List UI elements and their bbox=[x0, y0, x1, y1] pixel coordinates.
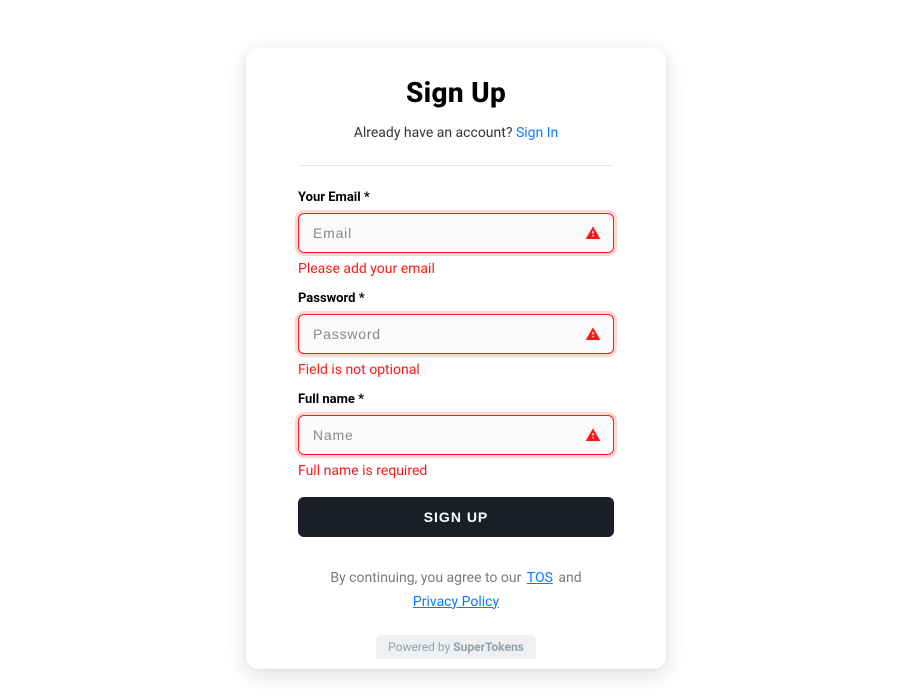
fullname-input-wrap bbox=[298, 415, 614, 455]
divider bbox=[298, 165, 614, 166]
error-icon bbox=[585, 427, 601, 443]
consent-text: By continuing, you agree to our TOS and … bbox=[298, 567, 614, 635]
error-icon bbox=[585, 225, 601, 241]
card-body: Sign Up Already have an account? Sign In… bbox=[246, 76, 666, 635]
fullname-error: Full name is required bbox=[298, 463, 614, 479]
powered-badge[interactable]: Powered by SuperTokens bbox=[376, 635, 536, 659]
powered-brand: SuperTokens bbox=[453, 640, 524, 654]
subtitle: Already have an account? Sign In bbox=[298, 125, 614, 141]
password-input[interactable] bbox=[299, 315, 585, 353]
email-label: Your Email * bbox=[298, 190, 614, 205]
fullname-input[interactable] bbox=[299, 416, 585, 454]
powered-prefix: Powered by bbox=[388, 640, 453, 654]
privacy-link[interactable]: Privacy Policy bbox=[413, 594, 499, 610]
page-title: Sign Up bbox=[298, 76, 614, 109]
powered-by: Powered by SuperTokens bbox=[246, 635, 666, 669]
email-error: Please add your email bbox=[298, 261, 614, 277]
signup-button[interactable]: SIGN UP bbox=[298, 497, 614, 537]
signin-link[interactable]: Sign In bbox=[516, 125, 558, 141]
email-input[interactable] bbox=[299, 214, 585, 252]
error-icon bbox=[585, 326, 601, 342]
signup-card: Sign Up Already have an account? Sign In… bbox=[246, 48, 666, 669]
password-error: Field is not optional bbox=[298, 362, 614, 378]
tos-link[interactable]: TOS bbox=[527, 570, 553, 586]
subtitle-text: Already have an account? bbox=[354, 125, 516, 141]
password-label: Password * bbox=[298, 291, 614, 306]
consent-middle: and bbox=[558, 570, 581, 586]
fullname-label: Full name * bbox=[298, 392, 614, 407]
email-input-wrap bbox=[298, 213, 614, 253]
password-input-wrap bbox=[298, 314, 614, 354]
consent-prefix: By continuing, you agree to our bbox=[330, 570, 524, 586]
